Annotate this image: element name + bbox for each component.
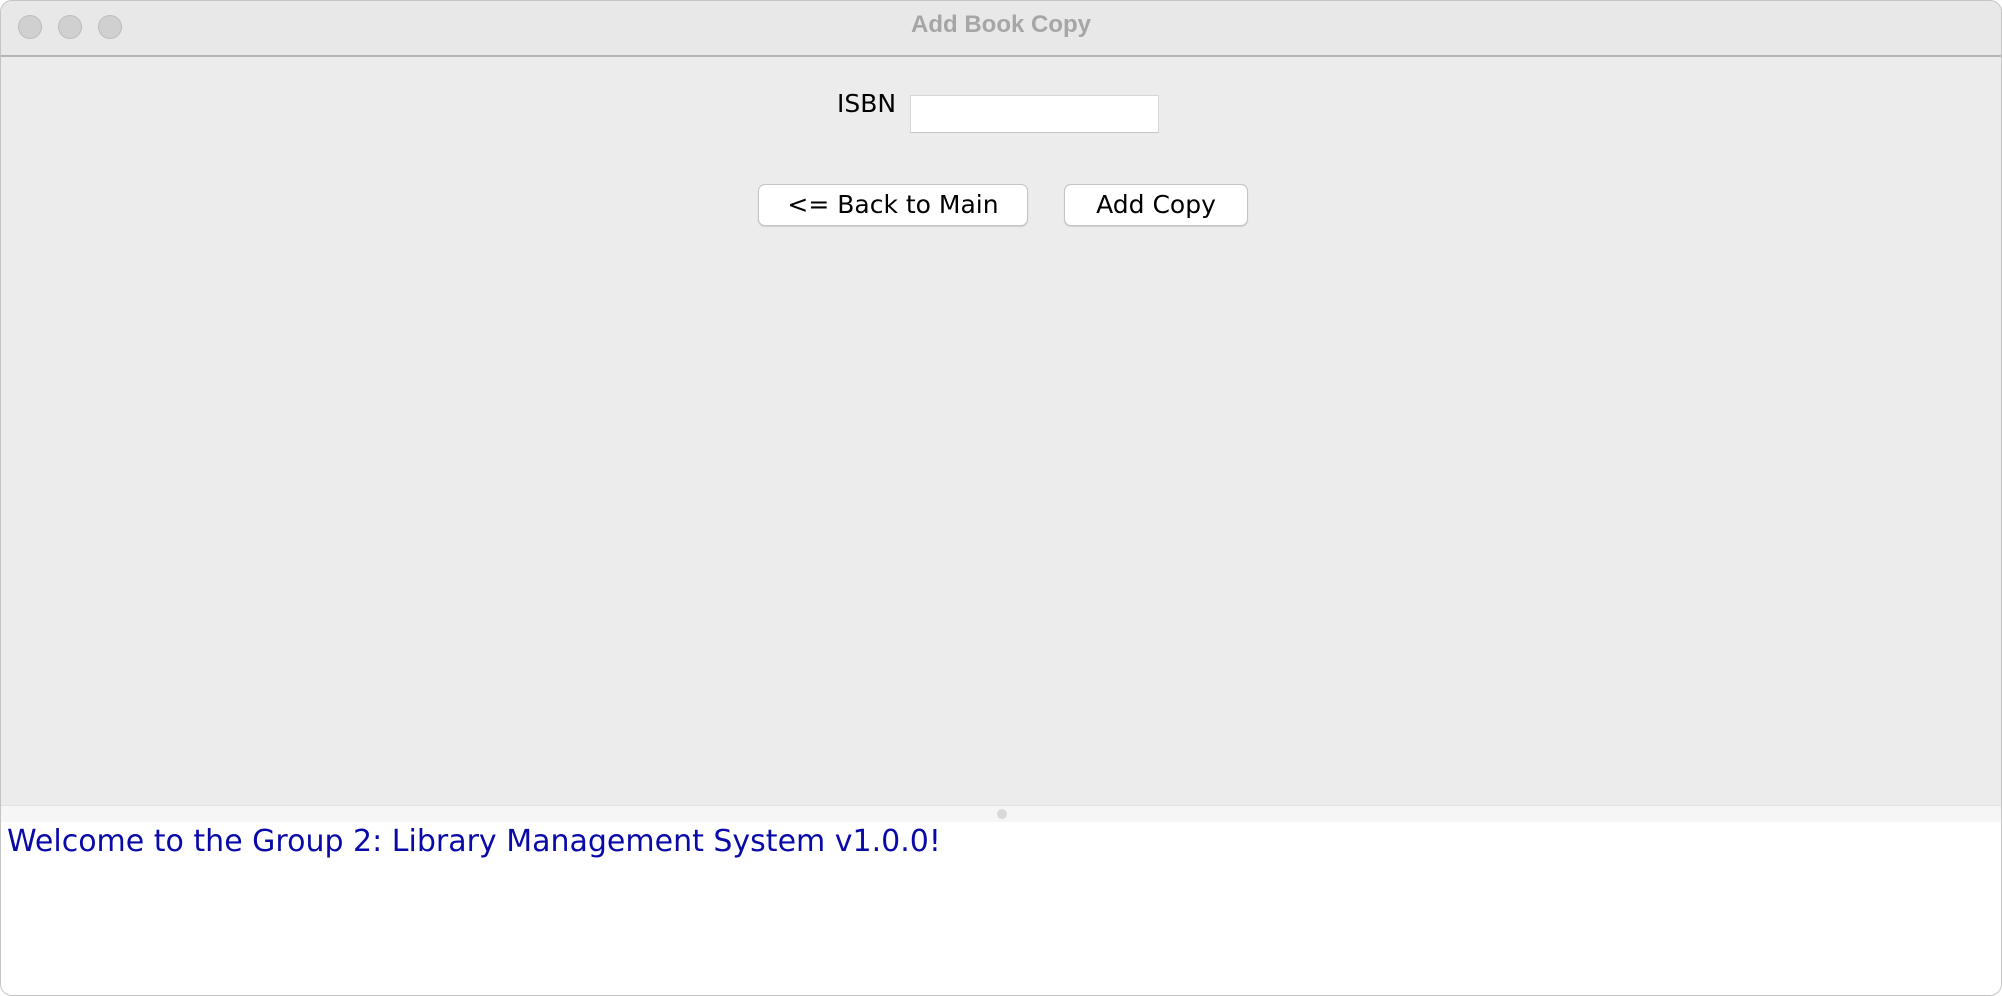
back-to-main-button[interactable]: <= Back to Main bbox=[758, 184, 1028, 226]
split-pane-divider[interactable] bbox=[1, 805, 2001, 822]
window-title: Add Book Copy bbox=[911, 11, 1091, 38]
isbn-label: ISBN bbox=[837, 89, 897, 118]
app-window: Add Book Copy ISBN <= Back to Main Add C… bbox=[0, 0, 2002, 996]
console-message: Welcome to the Group 2: Library Manageme… bbox=[7, 824, 941, 859]
message-console: Welcome to the Group 2: Library Manageme… bbox=[1, 822, 2001, 995]
add-copy-button[interactable]: Add Copy bbox=[1064, 184, 1248, 226]
form-panel: ISBN <= Back to Main Add Copy bbox=[1, 57, 2001, 805]
divider-grip-icon[interactable] bbox=[997, 809, 1007, 819]
isbn-input[interactable] bbox=[910, 95, 1159, 133]
title-bar: Add Book Copy bbox=[1, 1, 2001, 57]
